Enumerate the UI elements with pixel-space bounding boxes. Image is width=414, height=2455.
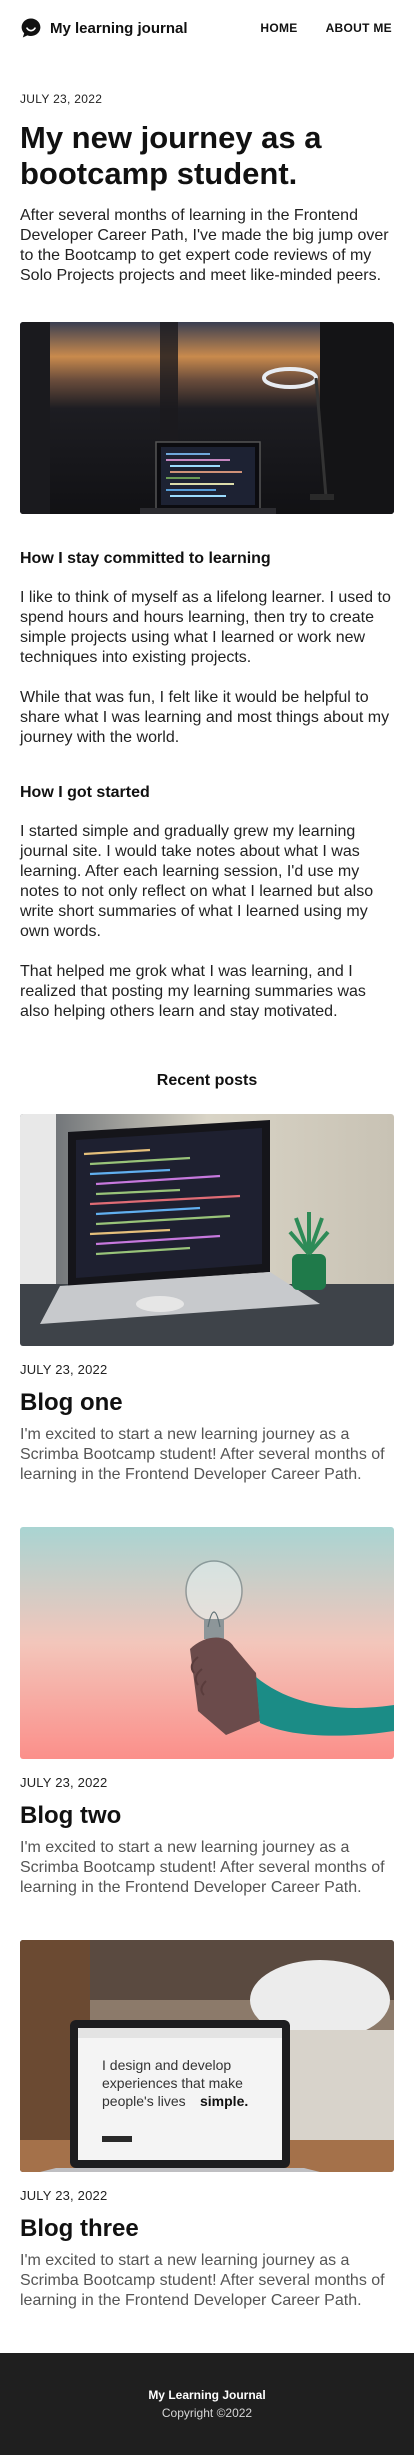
section-paragraph: I like to think of myself as a lifelong … [20,589,391,666]
main-nav: HOME ABOUT ME [260,21,392,35]
screen-image-text: people's lives [102,2093,186,2109]
article: JULY 23, 2022 My new journey as a bootca… [0,92,414,2311]
footer-copyright: Copyright ©2022 [161,2406,253,2420]
post-title[interactable]: Blog two [20,1802,394,1830]
post-image[interactable] [20,1527,394,1759]
section-paragraph: While that was fun, I felt like it would… [20,689,390,746]
blog-post-card[interactable]: I design and develop experiences that ma… [20,1940,394,2311]
speech-bubble-logo-icon [21,18,41,38]
article-date: JULY 23, 2022 [20,92,103,106]
post-date: JULY 23, 2022 [20,1362,108,1377]
post-date: JULY 23, 2022 [20,2188,108,2203]
blog-post-card[interactable]: JULY 23, 2022 Blog two I'm excited to st… [20,1527,394,1898]
hero-image [20,322,394,514]
blog-post-card[interactable]: JULY 23, 2022 Blog one I'm excited to st… [20,1114,394,1485]
post-image[interactable] [20,1114,394,1346]
article-title: My new journey as a bootcamp student. [20,120,322,191]
nav-home-link[interactable]: HOME [260,21,297,35]
brand-name: My learning journal [50,19,188,37]
section-paragraph: I started simple and gradually grew my l… [20,823,374,940]
post-excerpt: I'm excited to start a new learning jour… [20,1839,385,1896]
post-image[interactable]: I design and develop experiences that ma… [20,1940,394,2172]
section-heading: How I got started [20,784,150,801]
section-heading: How I stay committed to learning [20,550,271,567]
screen-image-text: I design and develop [102,2057,231,2073]
brand-link[interactable]: My learning journal [20,17,188,39]
post-title[interactable]: Blog one [20,1389,394,1417]
article-lede: After several months of learning in the … [20,207,389,284]
nav-about-me-link[interactable]: ABOUT ME [326,21,392,35]
recent-posts-heading: Recent posts [156,1072,258,1089]
site-footer: My Learning Journal Copyright ©2022 [0,2353,414,2455]
footer-brand: My Learning Journal [148,2388,266,2402]
screen-image-text: experiences that make [102,2075,243,2091]
post-date: JULY 23, 2022 [20,1775,108,1790]
site-header: My learning journal HOME ABOUT ME [0,0,414,56]
section-paragraph: That helped me grok what I was learning,… [20,963,366,1020]
screen-image-text: simple. [200,2093,248,2109]
post-excerpt: I'm excited to start a new learning jour… [20,1426,385,1483]
post-excerpt: I'm excited to start a new learning jour… [20,2252,385,2309]
post-title[interactable]: Blog three [20,2215,394,2243]
